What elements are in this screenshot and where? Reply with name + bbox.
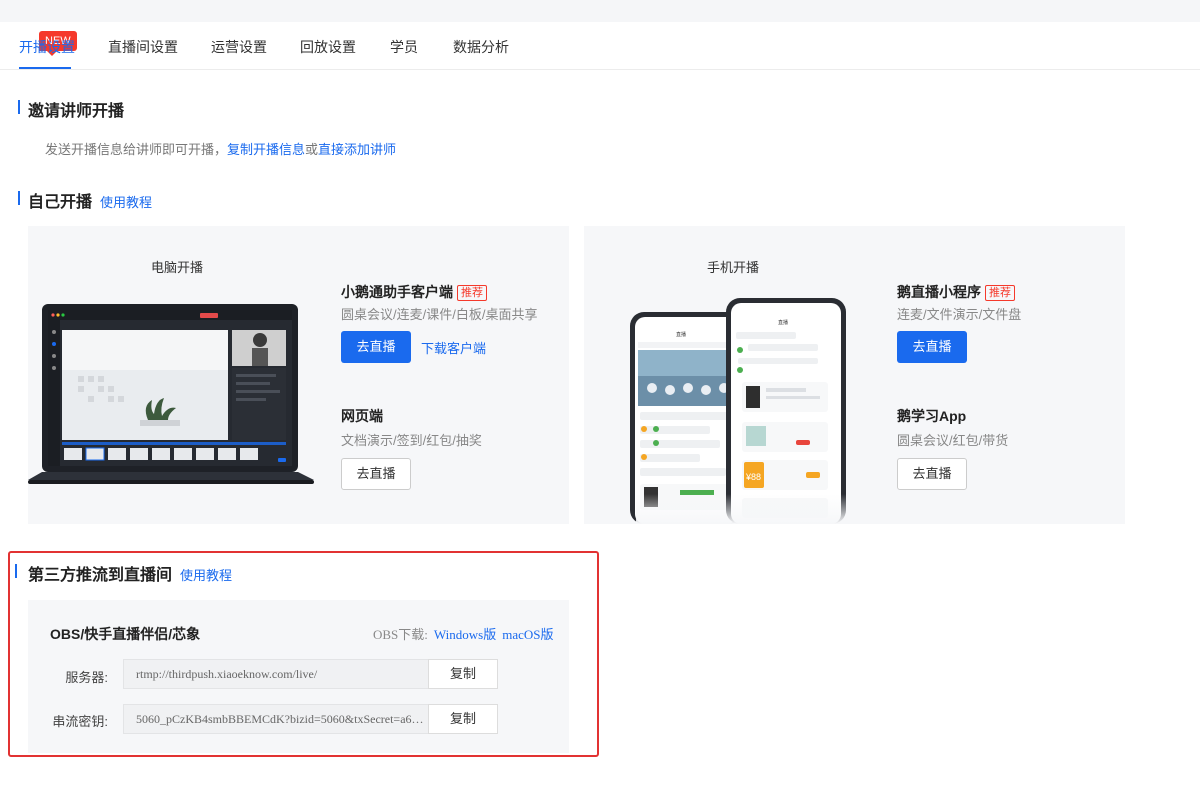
section-marker bbox=[15, 564, 17, 578]
invite-description: 发送开播信息给讲师即可开播，复制开播信息或直接添加讲师 bbox=[45, 139, 396, 158]
obs-mac-link[interactable]: macOS版 bbox=[502, 627, 553, 642]
app-desc: 圆桌会议/红包/带货 bbox=[897, 433, 1009, 448]
self-title-text: 自己开播 bbox=[28, 194, 93, 211]
obs-windows-link[interactable]: Windows版 bbox=[434, 627, 496, 642]
tab-room-settings[interactable]: 直播间设置 bbox=[108, 37, 178, 57]
third-tutorial-link[interactable]: 使用教程 bbox=[180, 568, 232, 583]
recommend-badge: 推荐 bbox=[985, 285, 1015, 301]
obs-download: OBS下载: Windows版 macOS版 bbox=[373, 624, 554, 643]
app-go-live-button[interactable]: 去直播 bbox=[897, 458, 967, 490]
tab-students[interactable]: 学员 bbox=[390, 37, 418, 57]
self-section-title: 自己开播 使用教程 bbox=[28, 188, 152, 212]
miniapp-title: 鹅直播小程序 bbox=[897, 284, 981, 300]
miniapp-desc: 连麦/文件演示/文件盘 bbox=[897, 307, 1022, 322]
web-go-live-button[interactable]: 去直播 bbox=[341, 458, 411, 490]
active-tab-indicator bbox=[19, 67, 71, 69]
tab-playback-settings[interactable]: 回放设置 bbox=[300, 37, 356, 57]
add-lecturer-link[interactable]: 直接添加讲师 bbox=[318, 142, 396, 157]
download-client-link[interactable]: 下载客户端 bbox=[421, 338, 486, 357]
stream-key-label: 串流密钥: bbox=[52, 714, 108, 729]
recommend-badge: 推荐 bbox=[457, 285, 487, 301]
phone-title: 直播 bbox=[778, 319, 788, 326]
third-title-text: 第三方推流到直播间 bbox=[28, 567, 173, 584]
mobile-option-miniapp: 鹅直播小程序 推荐 bbox=[897, 282, 1015, 302]
self-tutorial-link[interactable]: 使用教程 bbox=[100, 195, 152, 210]
pc-broadcast-card: 电脑开播 小鹅通助手客户端 推荐 圆桌会议/连麦/课件/白板/桌面共享 去直播 … bbox=[28, 226, 569, 524]
server-label: 服务器: bbox=[65, 670, 108, 685]
pc-card-title: 电脑开播 bbox=[151, 260, 204, 275]
laptop-illustration bbox=[28, 304, 314, 484]
invite-or-text: 或 bbox=[305, 142, 319, 157]
copy-key-button[interactable]: 复制 bbox=[428, 704, 498, 734]
mobile-card-title: 手机开播 bbox=[707, 260, 760, 275]
stream-key-field[interactable]: 5060_pCzKB4smbBBEMCdK?bizid=5060&txSecre… bbox=[123, 704, 429, 734]
section-marker bbox=[18, 100, 20, 114]
web-title: 网页端 bbox=[341, 408, 383, 424]
tab-operation-settings[interactable]: 运营设置 bbox=[211, 37, 267, 57]
miniapp-go-live-button[interactable]: 去直播 bbox=[897, 331, 967, 363]
top-strip bbox=[0, 0, 1200, 22]
client-title: 小鹅通助手客户端 bbox=[341, 284, 453, 300]
phone-title: 直播 bbox=[676, 331, 686, 338]
web-desc: 文档演示/签到/红包/抽奖 bbox=[341, 433, 482, 448]
app-title: 鹅学习App bbox=[897, 408, 967, 424]
phones-illustration: 直播 直播 ¥88 bbox=[630, 298, 850, 524]
tab-bar: NEW 开播设置 直播间设置 运营设置 回放设置 学员 数据分析 bbox=[0, 22, 1200, 70]
obs-download-label: OBS下载: bbox=[373, 627, 428, 642]
copy-server-button[interactable]: 复制 bbox=[428, 659, 498, 689]
third-party-section-title: 第三方推流到直播间 使用教程 bbox=[28, 561, 232, 585]
tab-broadcast-settings[interactable]: 开播设置 bbox=[19, 37, 75, 57]
section-marker bbox=[18, 191, 20, 205]
client-desc: 圆桌会议/连麦/课件/白板/桌面共享 bbox=[341, 307, 538, 322]
pc-option-client: 小鹅通助手客户端 推荐 bbox=[341, 282, 487, 302]
invite-desc-text: 发送开播信息给讲师即可开播， bbox=[45, 142, 228, 157]
invite-section-title: 邀请讲师开播 bbox=[28, 103, 125, 120]
tab-data-analysis[interactable]: 数据分析 bbox=[453, 37, 509, 57]
obs-title: OBS/快手直播伴侣/芯象 bbox=[50, 626, 201, 642]
phone-price: ¥88 bbox=[745, 472, 761, 482]
copy-info-link[interactable]: 复制开播信息 bbox=[227, 142, 305, 157]
mobile-broadcast-card: 手机开播 直播 直播 ¥88 鹅直播小程序 推荐 连麦/文件演示/文件盘 去直播… bbox=[584, 226, 1125, 524]
client-go-live-button[interactable]: 去直播 bbox=[341, 331, 411, 363]
server-url-field[interactable]: rtmp://thirdpush.xiaoeknow.com/live/ bbox=[123, 659, 429, 689]
